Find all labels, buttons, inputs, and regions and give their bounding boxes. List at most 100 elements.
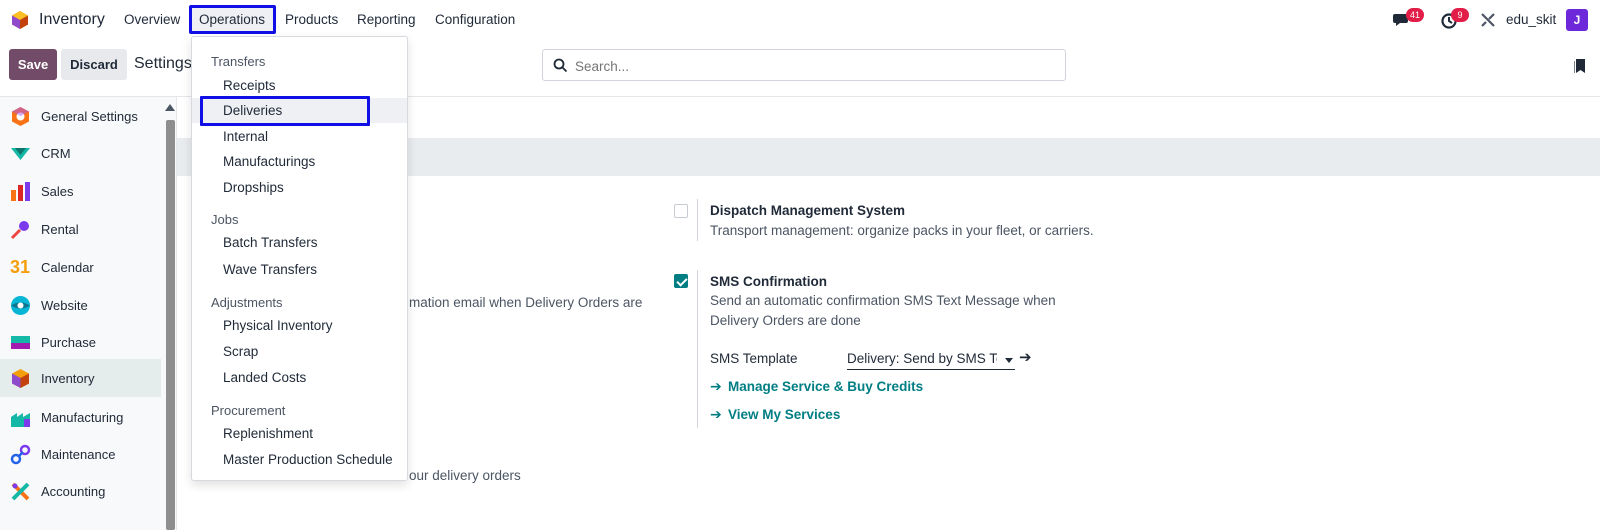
nav-products[interactable]: Products bbox=[285, 12, 338, 27]
menu-item-internal[interactable]: Internal bbox=[192, 124, 407, 149]
dropdown-header-jobs: Jobs bbox=[211, 212, 239, 227]
rental-key-icon bbox=[10, 220, 29, 239]
sidebar-item-accounting[interactable]: Accounting bbox=[0, 472, 161, 510]
menu-item-master-production-schedule[interactable]: Master Production Schedule bbox=[192, 447, 407, 472]
messages-badge: 41 bbox=[1406, 8, 1424, 22]
sidebar-item-label: Purchase bbox=[41, 334, 96, 350]
menu-item-label: Replenishment bbox=[223, 426, 314, 441]
manufacturing-icon bbox=[11, 412, 30, 427]
sms-template-select[interactable]: Delivery: Send by SMS Text Message bbox=[847, 350, 1015, 370]
operations-dropdown-menu: Transfers Receipts Deliveries Internal M… bbox=[191, 36, 408, 481]
nav-overview[interactable]: Overview bbox=[124, 12, 180, 27]
menu-item-label: Master Production Schedule bbox=[223, 452, 393, 467]
menu-item-label: Manufacturings bbox=[223, 154, 316, 169]
sidebar-item-label: Website bbox=[41, 297, 88, 313]
save-button[interactable]: Save bbox=[9, 49, 57, 80]
calendar-icon: 31 bbox=[10, 257, 31, 278]
sidebar-item-label: Sales bbox=[41, 183, 74, 199]
dropdown-header-procurement: Procurement bbox=[211, 403, 286, 418]
sidebar-item-label: Accounting bbox=[41, 483, 106, 499]
sidebar-item-manufacturing[interactable]: Manufacturing bbox=[0, 398, 161, 436]
dispatch-checkbox[interactable] bbox=[674, 204, 688, 218]
menu-item-label: Batch Transfers bbox=[223, 235, 318, 250]
sidebar-item-inventory[interactable]: Inventory bbox=[0, 359, 161, 397]
arrow-right-icon: ➔ bbox=[710, 378, 722, 394]
settings-sidebar: General Settings CRM Sales Rental 31 Cal… bbox=[0, 97, 176, 530]
menu-item-physical-inventory[interactable]: Physical Inventory bbox=[192, 313, 407, 338]
sidebar-item-label: Inventory bbox=[41, 370, 95, 386]
menu-item-receipts[interactable]: Receipts bbox=[192, 73, 407, 98]
purchase-icon bbox=[11, 335, 30, 349]
menu-item-label: Physical Inventory bbox=[223, 318, 333, 333]
sms-template-value: Delivery: Send by SMS Text Message bbox=[847, 351, 997, 366]
caret-down-icon bbox=[1005, 358, 1013, 363]
discard-button[interactable]: Discard bbox=[61, 49, 127, 80]
menu-item-scrap[interactable]: Scrap bbox=[192, 339, 407, 364]
dropdown-header-transfers: Transfers bbox=[211, 54, 266, 69]
inventory-icon bbox=[12, 368, 29, 388]
sidebar-item-rental[interactable]: Rental bbox=[0, 210, 161, 248]
menu-item-wave-transfers[interactable]: Wave Transfers bbox=[192, 257, 407, 282]
calendar-number: 31 bbox=[10, 256, 31, 277]
menu-item-label: Landed Costs bbox=[223, 370, 307, 385]
sidebar-item-website[interactable]: Website bbox=[0, 286, 161, 324]
view-services-link[interactable]: View My Services bbox=[728, 407, 840, 422]
menu-item-label: Dropships bbox=[223, 180, 284, 195]
website-icon bbox=[11, 295, 30, 315]
top-navbar: Inventory Overview Operations Products R… bbox=[0, 0, 1600, 40]
menu-item-landed-costs[interactable]: Landed Costs bbox=[192, 365, 407, 390]
menu-item-label: Wave Transfers bbox=[223, 262, 318, 277]
nav-reporting[interactable]: Reporting bbox=[357, 12, 416, 27]
bookmark-icon[interactable] bbox=[1574, 58, 1586, 74]
sidebar-scrollbar[interactable] bbox=[165, 104, 175, 530]
search-input[interactable] bbox=[575, 57, 1055, 75]
debug-tools-icon[interactable] bbox=[1479, 11, 1497, 29]
sidebar-item-label: Calendar bbox=[41, 259, 94, 275]
sidebar-item-label: Manufacturing bbox=[41, 409, 124, 425]
activities-badge: 9 bbox=[1451, 8, 1469, 22]
partial-email-setting-text: mation email when Delivery Orders are bbox=[409, 295, 643, 310]
dispatch-description: Transport management: organize packs in … bbox=[710, 223, 1094, 238]
partial-delivery-setting-text: our delivery orders bbox=[409, 468, 521, 483]
sms-confirmation-checkbox[interactable] bbox=[674, 274, 688, 288]
sms-description-line2: Delivery Orders are done bbox=[710, 313, 861, 328]
username[interactable]: edu_skit bbox=[1506, 12, 1556, 27]
sms-title: SMS Confirmation bbox=[710, 274, 827, 289]
sidebar-item-sales[interactable]: Sales bbox=[0, 172, 161, 210]
menu-item-label: Receipts bbox=[223, 78, 276, 93]
sidebar-item-calendar[interactable]: 31 Calendar bbox=[0, 248, 161, 286]
manage-service-link[interactable]: Manage Service & Buy Credits bbox=[728, 379, 923, 394]
scroll-thumb[interactable] bbox=[166, 120, 175, 530]
deliveries-highlight-box bbox=[200, 96, 370, 126]
search-icon bbox=[553, 58, 568, 73]
arrow-right-icon: ➔ bbox=[710, 406, 722, 422]
sidebar-item-purchase[interactable]: Purchase bbox=[0, 323, 161, 361]
setting-divider bbox=[697, 270, 698, 428]
sidebar-item-label: Rental bbox=[41, 221, 79, 237]
menu-item-label: Internal bbox=[223, 129, 269, 144]
sidebar-item-label: General Settings bbox=[41, 108, 138, 124]
sms-template-label: SMS Template bbox=[710, 351, 798, 366]
sidebar-item-general-settings[interactable]: General Settings bbox=[0, 97, 161, 135]
menu-item-dropships[interactable]: Dropships bbox=[192, 175, 407, 200]
inventory-app-logo-icon[interactable] bbox=[10, 10, 30, 30]
dropdown-header-adjustments: Adjustments bbox=[211, 295, 283, 310]
user-avatar[interactable]: J bbox=[1566, 9, 1588, 31]
dispatch-title: Dispatch Management System bbox=[710, 203, 906, 218]
nav-operations[interactable]: Operations bbox=[199, 12, 265, 27]
accounting-icon bbox=[11, 482, 30, 500]
sidebar-item-maintenance[interactable]: Maintenance bbox=[0, 435, 161, 473]
sales-icon bbox=[11, 181, 30, 201]
sidebar-item-label: CRM bbox=[41, 145, 71, 161]
menu-item-replenishment[interactable]: Replenishment bbox=[192, 421, 407, 446]
sidebar-item-crm[interactable]: CRM bbox=[0, 134, 161, 172]
scroll-up-arrow-icon[interactable] bbox=[165, 104, 175, 111]
menu-item-manufacturings[interactable]: Manufacturings bbox=[192, 149, 407, 174]
menu-item-batch-transfers[interactable]: Batch Transfers bbox=[192, 230, 407, 255]
search-bar[interactable] bbox=[542, 49, 1066, 81]
nav-configuration[interactable]: Configuration bbox=[435, 12, 515, 27]
menu-item-label: Scrap bbox=[223, 344, 259, 359]
general-settings-icon bbox=[12, 106, 29, 126]
external-link-arrow-icon[interactable]: ➔ bbox=[1019, 348, 1032, 366]
app-name[interactable]: Inventory bbox=[39, 11, 105, 29]
